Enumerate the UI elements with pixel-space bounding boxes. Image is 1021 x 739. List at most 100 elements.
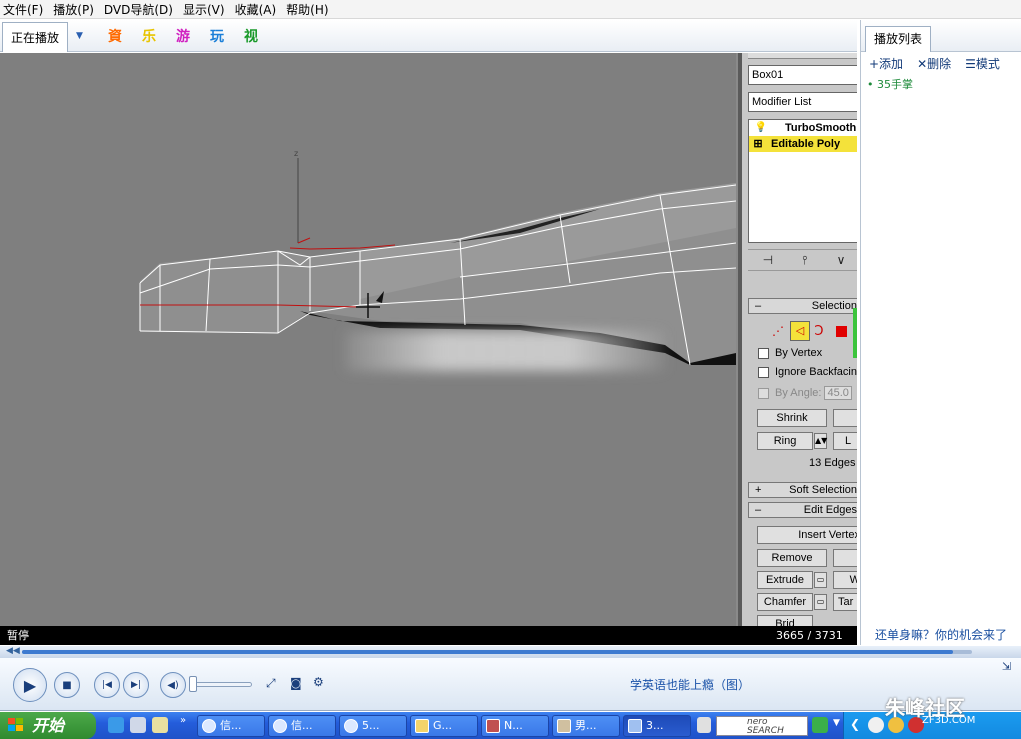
keyboard-icon[interactable] <box>697 717 711 733</box>
rewind-icon[interactable]: ◀◀ <box>6 646 20 656</box>
media-quicklaunch-icon[interactable] <box>130 717 146 733</box>
modifier-list-dropdown[interactable]: Modifier List <box>748 92 857 112</box>
go-arrow-icon[interactable] <box>812 717 828 733</box>
pin-stack-icon[interactable]: ⊣ <box>763 253 773 267</box>
settings-gear-icon[interactable]: ⚙ <box>313 675 324 689</box>
volume-slider[interactable] <box>190 682 252 687</box>
snapshot-icon[interactable]: ◙ <box>290 676 302 690</box>
remove-button[interactable]: Remove <box>757 549 827 567</box>
mode-button[interactable]: ☰模式 <box>965 55 1000 72</box>
desktop-quicklaunch-icon[interactable] <box>152 717 168 733</box>
site-watermark-url: ZF3D.COM <box>922 715 976 726</box>
playlist-toolbar: +添加 ✕删除 ☰模式 <box>861 52 1021 74</box>
taskbar-button-3[interactable]: 5... <box>339 715 407 737</box>
split-button[interactable] <box>833 549 857 567</box>
ad-link[interactable]: 还单身嘛？你的机会来了 <box>875 626 1007 643</box>
menu-play[interactable]: 播放(P) <box>53 1 94 18</box>
taskbar-button-6[interactable]: 男... <box>552 715 620 737</box>
next-button[interactable]: ▶| <box>123 672 149 698</box>
by-vertex-checkbox[interactable]: By Vertex <box>758 347 822 359</box>
delete-button[interactable]: ✕删除 <box>917 55 951 72</box>
expand-plus-icon[interactable]: ⊞ <box>749 136 767 152</box>
compact-mode-icon[interactable]: ⇲ <box>1002 660 1011 673</box>
now-playing-title[interactable]: 学英语也能上瘾（图） <box>630 676 750 693</box>
ring-spinner-icon[interactable]: ▲▼ <box>814 433 827 449</box>
menu-file[interactable]: 文件(F) <box>3 1 43 18</box>
chevron-down-icon[interactable]: ▼ <box>76 31 88 41</box>
loop-button[interactable]: L <box>833 432 857 450</box>
chamfer-settings-icon[interactable]: ▭ <box>814 594 827 610</box>
playlist-item[interactable]: • 35手掌 <box>861 76 1021 92</box>
playback-controls: ▶ ■ |◀ ▶| ◀) ⤢ ◙ ⚙ 学英语也能上瘾（图） ⇲ <box>0 658 1021 711</box>
lightbulb-icon[interactable]: 💡 <box>749 120 773 136</box>
ignore-backfacing-checkbox[interactable]: Ignore Backfacing <box>758 366 857 378</box>
channel-tab-info[interactable]: 資 <box>108 26 122 46</box>
subobject-toolbar: ⋰ ◁ Ↄ <box>772 321 847 341</box>
tray-icon-1[interactable] <box>868 717 884 733</box>
taskbar-button-1[interactable]: 信... <box>197 715 265 737</box>
chamfer-button[interactable]: Chamfer <box>757 593 813 611</box>
menu-bar: 文件(F) 播放(P) DVD导航(D) 显示(V) 收藏(A) 帮助(H) <box>0 0 1021 19</box>
quicklaunch-more-icon[interactable]: » <box>180 715 186 726</box>
stack-item-turbosmooth[interactable]: 💡 TurboSmooth <box>749 120 857 136</box>
channel-tab-play[interactable]: 玩 <box>210 26 224 46</box>
taskbar-button-5[interactable]: N... <box>481 715 549 737</box>
start-button[interactable]: 开始 <box>0 712 96 739</box>
fullscreen-icon[interactable]: ⤢ <box>266 676 276 691</box>
insert-vertex-button[interactable]: Insert Vertex <box>757 526 857 544</box>
object-name-field[interactable]: Box01 <box>748 65 857 85</box>
stack-item-editable-poly[interactable]: ⊞ Editable Poly <box>749 136 857 152</box>
nero-search-box[interactable]: nero SEARCH <box>716 716 808 736</box>
extrude-button[interactable]: Extrude <box>757 571 813 589</box>
border-mode-icon[interactable]: Ↄ <box>810 324 828 339</box>
stack-toolbar: ⊣ ⫯ ∨ <box>748 249 857 271</box>
previous-button[interactable]: |◀ <box>94 672 120 698</box>
volume-knob[interactable] <box>189 676 197 692</box>
seek-progress <box>22 650 953 654</box>
weld-button[interactable]: W <box>833 571 857 589</box>
tab-playlist[interactable]: 播放列表 <box>865 26 932 52</box>
taskbar-button-2[interactable]: 信... <box>268 715 336 737</box>
polygon-mode-icon[interactable] <box>836 325 847 337</box>
seek-track[interactable] <box>22 650 972 654</box>
channel-tab-music[interactable]: 乐 <box>142 26 156 46</box>
edge-mode-icon[interactable]: ◁ <box>790 321 810 341</box>
seek-bar[interactable]: ◀◀ <box>0 646 1021 658</box>
video-area[interactable]: z Box01 Modifier List 💡 TurboSmooth ⊞ Edit… <box>0 53 857 626</box>
rollout-soft-selection[interactable]: + Soft Selection <box>748 482 857 498</box>
stop-button[interactable]: ■ <box>54 672 80 698</box>
play-icon: ▶ <box>23 675 37 695</box>
ie-quicklaunch-icon[interactable] <box>108 717 124 733</box>
play-button[interactable]: ▶ <box>13 668 47 702</box>
taskbar-button-7[interactable]: 3... <box>623 715 691 737</box>
extrude-settings-icon[interactable]: ▭ <box>814 572 827 588</box>
tab-now-playing[interactable]: 正在播放 <box>2 21 69 52</box>
menu-dvd[interactable]: DVD导航(D) <box>104 1 173 18</box>
ring-button[interactable]: Ring <box>757 432 813 450</box>
rollout-edit-edges[interactable]: – Edit Edges <box>748 502 857 518</box>
by-angle-checkbox[interactable]: By Angle: 45.0 <box>758 386 852 400</box>
panel-collapse-handle[interactable] <box>853 308 857 358</box>
tray-expand-icon[interactable]: ❮ <box>850 717 860 731</box>
vertex-mode-icon[interactable]: ⋰ <box>772 324 790 338</box>
make-unique-icon[interactable]: ∨ <box>837 253 846 267</box>
bridge-button[interactable]: Brid <box>757 615 813 626</box>
taskbar: 开始 » 信... 信... 5... G... N... 男... 3... … <box>0 712 1021 739</box>
taskbar-button-4[interactable]: G... <box>410 715 478 737</box>
target-weld-button[interactable]: Tar <box>833 593 857 611</box>
grow-button[interactable] <box>833 409 857 427</box>
windows-flag-icon <box>8 718 23 731</box>
channel-tab-video[interactable]: 视 <box>244 26 258 46</box>
shrink-button[interactable]: Shrink <box>757 409 827 427</box>
rollout-selection[interactable]: – Selection <box>748 298 857 314</box>
menu-favorites[interactable]: 收藏(A) <box>235 1 277 18</box>
add-button[interactable]: +添加 <box>869 55 903 72</box>
menu-view[interactable]: 显示(V) <box>183 1 225 18</box>
by-angle-value[interactable]: 45.0 <box>824 386 852 400</box>
channel-tab-games[interactable]: 游 <box>176 26 190 46</box>
panel-tabs[interactable] <box>748 53 857 59</box>
chevron-down-icon[interactable]: ▼ <box>833 718 840 728</box>
menu-help[interactable]: 帮助(H) <box>286 1 328 18</box>
show-end-result-icon[interactable]: ⫯ <box>802 253 807 268</box>
mute-button[interactable]: ◀) <box>160 672 186 698</box>
